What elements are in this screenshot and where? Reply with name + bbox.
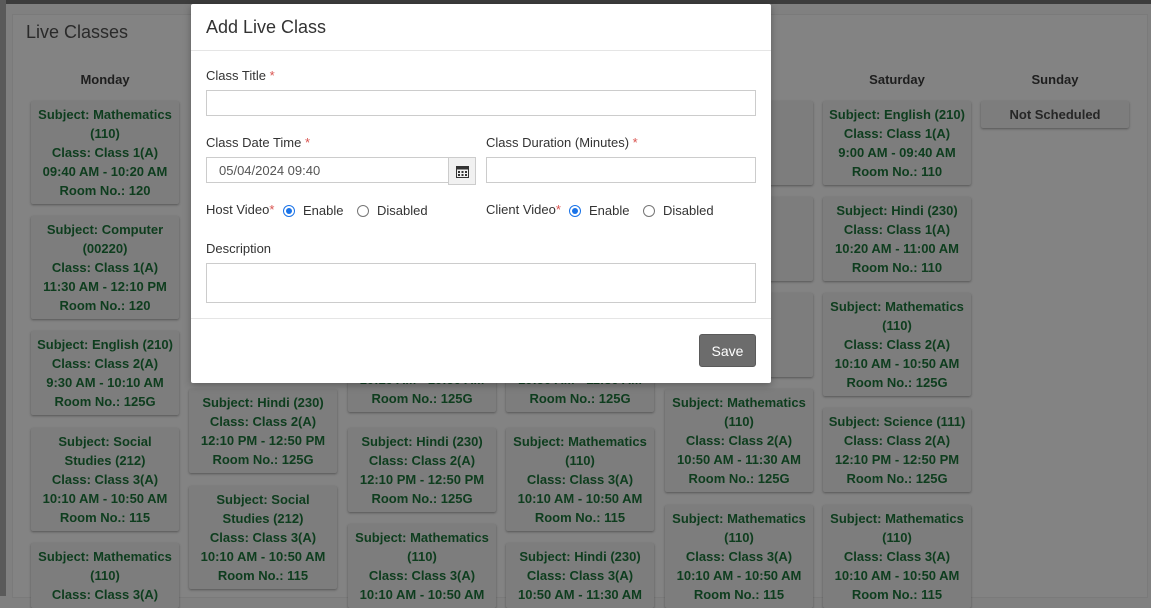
host-video-disabled-radio[interactable]	[357, 205, 369, 217]
required-mark: *	[269, 68, 275, 83]
description-label: Description	[206, 241, 272, 256]
modal-header-divider	[191, 50, 771, 51]
client-video-label-text: Client Video	[486, 202, 556, 217]
required-mark: *	[555, 202, 561, 217]
description-textarea[interactable]	[206, 263, 756, 303]
client-video-disabled-label: Disabled	[663, 203, 714, 218]
client-video-enable-label: Enable	[589, 203, 630, 218]
host-video-label: Host Video*	[206, 202, 274, 217]
modal-title: Add Live Class	[206, 17, 327, 37]
host-video-enable-radio[interactable]	[283, 205, 295, 217]
client-video-enable-radio[interactable]	[569, 205, 581, 217]
class-title-label: Class Title *	[206, 68, 275, 83]
class-duration-label-text: Class Duration (Minutes)	[486, 135, 630, 150]
host-video-enable-label: Enable	[303, 203, 344, 218]
class-date-time-label: Class Date Time *	[206, 135, 310, 150]
class-date-time-label-text: Class Date Time	[206, 135, 302, 150]
class-duration-input[interactable]	[486, 157, 756, 183]
host-video-label-text: Host Video	[206, 202, 270, 217]
class-title-label-text: Class Title	[206, 68, 266, 83]
modal-footer-divider	[191, 318, 771, 319]
calendar-icon	[455, 165, 469, 178]
client-video-disabled-radio[interactable]	[643, 205, 655, 217]
client-video-label: Client Video*	[486, 202, 561, 217]
save-button[interactable]: Save	[699, 334, 756, 367]
required-mark: *	[269, 202, 275, 217]
calendar-button[interactable]	[448, 157, 476, 185]
required-mark: *	[632, 135, 638, 150]
class-title-input[interactable]	[206, 90, 756, 116]
host-video-disabled-label: Disabled	[377, 203, 428, 218]
add-live-class-modal: Add Live Class Class Title * Class Date …	[191, 4, 771, 383]
required-mark: *	[305, 135, 311, 150]
class-date-time-input[interactable]	[206, 157, 449, 183]
class-duration-label: Class Duration (Minutes) *	[486, 135, 638, 150]
